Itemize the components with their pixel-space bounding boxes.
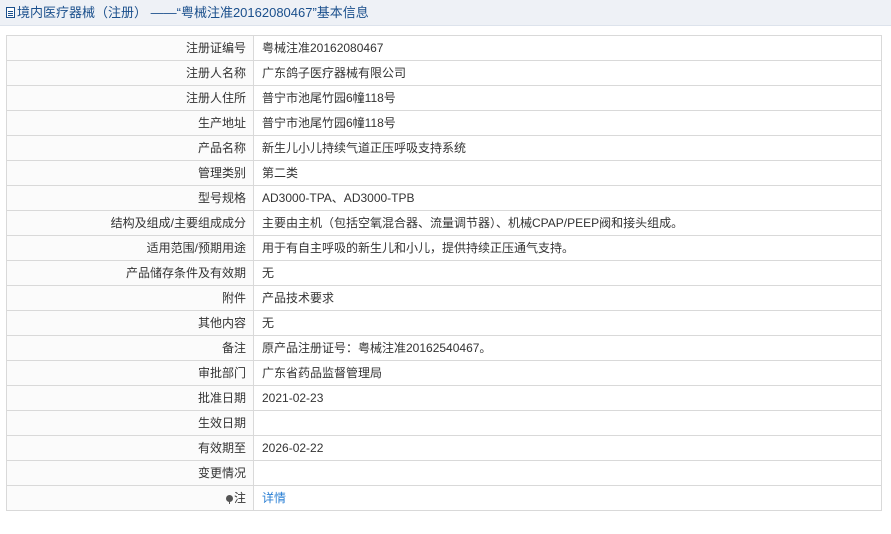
row-label: 适用范围/预期用途: [6, 235, 254, 261]
table-row: 产品名称 新生儿小儿持续气道正压呼吸支持系统: [6, 135, 882, 161]
row-value: 2021-02-23: [253, 385, 882, 411]
page-title: 境内医疗器械（注册） ——“粤械注准20162080467”基本信息: [6, 4, 369, 21]
row-label: 产品储存条件及有效期: [6, 260, 254, 286]
table-row: 备注 原产品注册证号：粤械注准20162540467。: [6, 335, 882, 361]
info-table: 注册证编号 粤械注准20162080467 注册人名称 广东鸽子医疗器械有限公司…: [6, 35, 882, 511]
row-label: 生效日期: [6, 410, 254, 436]
table-row: 注册人名称 广东鸽子医疗器械有限公司: [6, 60, 882, 86]
row-value: 原产品注册证号：粤械注准20162540467。: [253, 335, 882, 361]
row-label: 附件: [6, 285, 254, 311]
row-label: 结构及组成/主要组成成分: [6, 210, 254, 236]
row-label: 注册人住所: [6, 85, 254, 111]
row-value: 2026-02-22: [253, 435, 882, 461]
table-row: 注册证编号 粤械注准20162080467: [6, 35, 882, 61]
row-value: 无: [253, 260, 882, 286]
row-value: 主要由主机（包括空氧混合器、流量调节器）、机械CPAP/PEEP阀和接头组成。: [253, 210, 882, 236]
row-value: AD3000-TPA、AD3000-TPB: [253, 185, 882, 211]
table-row: 结构及组成/主要组成成分 主要由主机（包括空氧混合器、流量调节器）、机械CPAP…: [6, 210, 882, 236]
note-row: 注 详情: [6, 485, 882, 511]
row-value: 用于有自主呼吸的新生儿和小儿，提供持续正压通气支持。: [253, 235, 882, 261]
document-icon: [6, 7, 15, 18]
table-row: 批准日期 2021-02-23: [6, 385, 882, 411]
row-value: [253, 410, 882, 436]
table-row: 生效日期: [6, 410, 882, 436]
row-label: 注册证编号: [6, 35, 254, 61]
note-label: 注: [6, 485, 254, 511]
pin-icon: [225, 495, 233, 504]
table-row: 有效期至 2026-02-22: [6, 435, 882, 461]
row-label: 备注: [6, 335, 254, 361]
row-label: 生产地址: [6, 110, 254, 136]
row-label: 型号规格: [6, 185, 254, 211]
row-value: 粤械注准20162080467: [253, 35, 882, 61]
row-value: 普宁市池尾竹园6幢118号: [253, 110, 882, 136]
details-link[interactable]: 详情: [262, 491, 286, 505]
row-value: 新生儿小儿持续气道正压呼吸支持系统: [253, 135, 882, 161]
row-label: 有效期至: [6, 435, 254, 461]
table-row: 其他内容 无: [6, 310, 882, 336]
row-label: 审批部门: [6, 360, 254, 386]
table-row: 变更情况: [6, 460, 882, 486]
row-value: 普宁市池尾竹园6幢118号: [253, 85, 882, 111]
table-row: 产品储存条件及有效期 无: [6, 260, 882, 286]
row-label: 批准日期: [6, 385, 254, 411]
note-value: 详情: [253, 485, 882, 511]
row-value: 广东鸽子医疗器械有限公司: [253, 60, 882, 86]
table-row: 注册人住所 普宁市池尾竹园6幢118号: [6, 85, 882, 111]
row-value: 产品技术要求: [253, 285, 882, 311]
title-bar: 境内医疗器械（注册） ——“粤械注准20162080467”基本信息: [0, 0, 891, 26]
row-label: 其他内容: [6, 310, 254, 336]
row-label: 变更情况: [6, 460, 254, 486]
table-row: 审批部门 广东省药品监督管理局: [6, 360, 882, 386]
row-value: [253, 460, 882, 486]
table-row: 生产地址 普宁市池尾竹园6幢118号: [6, 110, 882, 136]
row-label: 注册人名称: [6, 60, 254, 86]
row-label: 管理类别: [6, 160, 254, 186]
row-value: 第二类: [253, 160, 882, 186]
table-row: 附件 产品技术要求: [6, 285, 882, 311]
row-value: 无: [253, 310, 882, 336]
page-title-text: 境内医疗器械（注册） ——“粤械注准20162080467”基本信息: [17, 5, 369, 20]
table-row: 适用范围/预期用途 用于有自主呼吸的新生儿和小儿，提供持续正压通气支持。: [6, 235, 882, 261]
table-row: 型号规格 AD3000-TPA、AD3000-TPB: [6, 185, 882, 211]
row-label: 产品名称: [6, 135, 254, 161]
row-value: 广东省药品监督管理局: [253, 360, 882, 386]
note-label-text: 注: [233, 491, 246, 505]
table-row: 管理类别 第二类: [6, 160, 882, 186]
